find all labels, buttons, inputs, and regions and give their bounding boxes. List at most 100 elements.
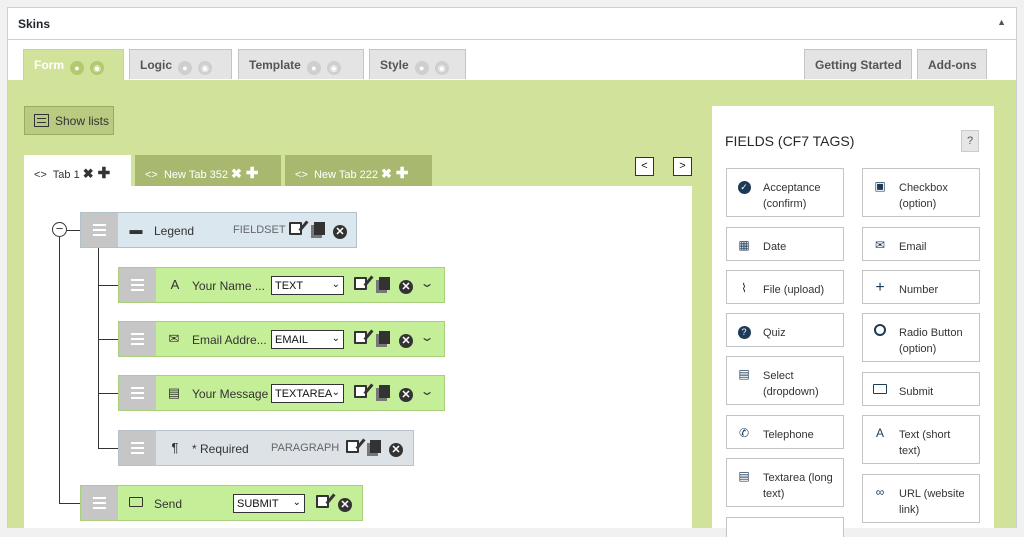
drag-handle-icon[interactable] bbox=[119, 322, 156, 356]
expand-chevron-icon[interactable]: ⌄ bbox=[419, 274, 434, 290]
tab-template[interactable]: Template ● ◉ bbox=[238, 49, 364, 79]
plus-icon[interactable]: ✚ bbox=[98, 165, 111, 182]
plus-icon[interactable]: ✚ bbox=[396, 165, 409, 182]
drag-handle-icon[interactable] bbox=[119, 431, 156, 465]
delete-icon[interactable]: ✕ bbox=[399, 277, 413, 294]
close-icon[interactable]: ✖ bbox=[381, 166, 392, 181]
row-type: PARAGRAPH bbox=[271, 442, 340, 454]
field-textarea[interactable]: ▤ Textarea (long text) bbox=[726, 458, 844, 507]
field-checkbox[interactable]: ▣ Checkbox (option) bbox=[862, 168, 980, 217]
field-radio[interactable]: Radio Button (option) bbox=[862, 313, 980, 362]
code-icon: <> bbox=[145, 169, 158, 181]
prev-tab-button[interactable]: < bbox=[635, 157, 654, 176]
drag-handle-icon[interactable] bbox=[119, 268, 156, 302]
row-label: Send bbox=[154, 497, 183, 511]
folder-icon: ▬ bbox=[129, 222, 143, 237]
lightbulb-icon: ● bbox=[70, 61, 84, 75]
field-label: Submit bbox=[899, 386, 934, 398]
field-partial[interactable] bbox=[726, 517, 844, 537]
duplicate-icon[interactable] bbox=[379, 385, 390, 401]
close-icon[interactable]: ✖ bbox=[83, 166, 94, 181]
next-tab-button[interactable]: > bbox=[673, 157, 692, 176]
close-icon[interactable]: ✖ bbox=[231, 166, 242, 181]
drag-handle-icon[interactable] bbox=[81, 486, 118, 520]
delete-icon[interactable]: ✕ bbox=[399, 331, 413, 348]
lightbulb-icon: ● bbox=[414, 61, 429, 75]
tab-logic[interactable]: Logic ● ◉ bbox=[129, 49, 232, 79]
duplicate-icon[interactable] bbox=[370, 440, 381, 456]
field-type-select[interactable]: TEXT ⌄ bbox=[271, 276, 344, 295]
tab-add-ons[interactable]: Add-ons bbox=[917, 49, 987, 79]
field-label: Quiz bbox=[763, 327, 786, 339]
edit-icon[interactable] bbox=[354, 385, 367, 401]
edit-icon[interactable] bbox=[354, 331, 367, 347]
subtab-new-tab-352[interactable]: <> New Tab 352 ✖ ✚ bbox=[135, 155, 281, 186]
subtab-new-tab-222[interactable]: <> New Tab 222 ✖ ✚ bbox=[285, 155, 432, 186]
form-row-email[interactable]: ✉ Email Addre... EMAIL ⌄ ✕ ⌄ bbox=[118, 321, 445, 357]
duplicate-icon[interactable] bbox=[314, 222, 325, 238]
subtab-tab-1[interactable]: <> Tab 1 ✖ ✚ bbox=[24, 155, 131, 186]
delete-icon[interactable]: ✕ bbox=[338, 495, 352, 512]
field-select[interactable]: ▤ Select (dropdown) bbox=[726, 356, 844, 405]
field-type-select[interactable]: SUBMIT ⌄ bbox=[233, 494, 305, 513]
info-icon: ◉ bbox=[326, 61, 341, 75]
form-row-text[interactable]: A Your Name ... TEXT ⌄ ✕ ⌄ bbox=[118, 267, 445, 303]
tree-line bbox=[67, 230, 80, 231]
textarea-icon: ▤ bbox=[738, 469, 750, 483]
edit-icon[interactable] bbox=[346, 440, 359, 456]
row-label: Your Name ... bbox=[192, 279, 265, 293]
collapse-tree-icon[interactable]: − bbox=[52, 222, 67, 237]
field-label: Textarea (long text) bbox=[763, 472, 833, 500]
help-button[interactable]: ? bbox=[961, 130, 979, 152]
tree-line bbox=[98, 285, 118, 286]
field-text[interactable]: A Text (short text) bbox=[862, 415, 980, 464]
edit-icon[interactable] bbox=[316, 495, 329, 511]
plus-icon[interactable]: ✚ bbox=[246, 165, 259, 182]
select-value: SUBMIT bbox=[237, 498, 279, 510]
plus-icon: + bbox=[875, 279, 885, 296]
chevron-down-icon: ⌄ bbox=[331, 387, 340, 398]
form-row-submit[interactable]: Send SUBMIT ⌄ ✕ bbox=[80, 485, 363, 521]
drag-handle-icon[interactable] bbox=[81, 213, 118, 247]
delete-icon[interactable]: ✕ bbox=[399, 385, 413, 402]
field-date[interactable]: ▦ Date bbox=[726, 227, 844, 261]
delete-icon[interactable]: ✕ bbox=[333, 222, 347, 239]
envelope-icon: ✉ bbox=[874, 238, 886, 252]
field-type-select[interactable]: TEXTAREA ⌄ bbox=[271, 384, 344, 403]
form-row-textarea[interactable]: ▤ Your Message TEXTAREA ⌄ ✕ ⌄ bbox=[118, 375, 445, 411]
edit-icon[interactable] bbox=[354, 277, 367, 293]
show-lists-button[interactable]: Show lists bbox=[24, 106, 114, 135]
paragraph-icon: ¶ bbox=[171, 440, 179, 455]
duplicate-icon[interactable] bbox=[379, 277, 390, 293]
tab-label: Template bbox=[249, 58, 301, 72]
collapse-arrow-icon[interactable]: ▲ bbox=[997, 17, 1006, 27]
duplicate-icon[interactable] bbox=[379, 331, 390, 347]
expand-chevron-icon[interactable]: ⌄ bbox=[419, 328, 434, 344]
tab-style[interactable]: Style ● ◉ bbox=[369, 49, 466, 79]
subtab-label: New Tab 222 bbox=[313, 169, 378, 181]
field-label: Email bbox=[899, 241, 927, 253]
field-submit[interactable]: Submit bbox=[862, 372, 980, 406]
expand-chevron-icon[interactable]: ⌄ bbox=[419, 382, 434, 398]
form-row-paragraph[interactable]: ¶ * Required PARAGRAPH ✕ bbox=[118, 430, 414, 466]
field-number[interactable]: + Number bbox=[862, 270, 980, 304]
field-label: URL (website link) bbox=[899, 488, 965, 516]
field-label: Checkbox (option) bbox=[899, 182, 948, 210]
field-email[interactable]: ✉ Email bbox=[862, 227, 980, 261]
field-quiz[interactable]: ? Quiz bbox=[726, 313, 844, 347]
tab-getting-started[interactable]: Getting Started bbox=[804, 49, 912, 79]
edit-icon[interactable] bbox=[289, 222, 302, 238]
delete-icon[interactable]: ✕ bbox=[389, 440, 403, 457]
field-type-select[interactable]: EMAIL ⌄ bbox=[271, 330, 344, 349]
field-label: Select (dropdown) bbox=[763, 370, 819, 398]
tree-line bbox=[98, 448, 118, 449]
row-label: * Required bbox=[192, 442, 249, 456]
field-url[interactable]: ∞ URL (website link) bbox=[862, 474, 980, 523]
field-telephone[interactable]: ✆ Telephone bbox=[726, 415, 844, 449]
drag-handle-icon[interactable] bbox=[119, 376, 156, 410]
tab-form[interactable]: Form ● ◉ bbox=[23, 49, 124, 81]
field-acceptance[interactable]: ✓ Acceptance (confirm) bbox=[726, 168, 844, 217]
field-file[interactable]: ⌇ File (upload) bbox=[726, 270, 844, 304]
panel-header[interactable]: Skins ▲ bbox=[8, 8, 1016, 40]
form-row-fieldset[interactable]: ▬ Legend FIELDSET ✕ bbox=[80, 212, 357, 248]
